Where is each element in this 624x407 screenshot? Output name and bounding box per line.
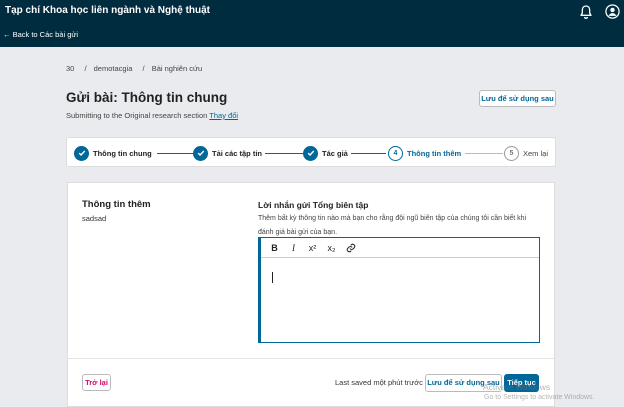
subtitle-text: Submitting to the Original research sect…	[66, 111, 208, 120]
subscript-button[interactable]: x₂	[322, 239, 341, 257]
back-to-submissions-link[interactable]: ← Back to Các bài gửi	[3, 30, 78, 39]
page-title: Gửi bài: Thông tin chung	[66, 90, 228, 105]
bell-icon[interactable]	[578, 4, 594, 20]
italic-button[interactable]: I	[284, 239, 303, 257]
step-label: Thông tin chung	[93, 148, 152, 158]
page-subtitle: Submitting to the Original research sect…	[66, 111, 238, 120]
bold-button[interactable]: B	[265, 239, 284, 257]
journal-title[interactable]: Tạp chí Khoa học liên ngành và Nghệ thuậ…	[5, 5, 210, 16]
submission-steps: Thông tin chung Tải các tập tin Tác giả …	[66, 137, 556, 167]
last-saved-status: Last saved một phút trước	[335, 378, 423, 387]
change-section-link[interactable]: Thay đổi	[209, 111, 238, 120]
save-for-later-button[interactable]: Lưu để sử dụng sau	[479, 90, 556, 107]
editor-message-field[interactable]: B I x² x₂	[258, 237, 540, 343]
editor-message-description: Thêm bất kỳ thông tin nào mà bạn cho rằn…	[258, 215, 527, 236]
step-authors[interactable]: Tác giả	[303, 145, 348, 161]
user-icon[interactable]	[605, 4, 620, 19]
step-upload-files[interactable]: Tải các tập tin	[193, 145, 262, 161]
back-button[interactable]: Trở lại	[82, 374, 111, 391]
step-label: Tải các tập tin	[212, 148, 263, 158]
step-additional-info[interactable]: 4 Thông tin thêm	[388, 145, 461, 161]
footer-divider	[67, 358, 555, 359]
step-connector	[351, 153, 386, 154]
section-value: sadsad	[82, 214, 107, 223]
top-navbar: Tạp chí Khoa học liên ngành và Nghệ thuậ…	[0, 0, 624, 47]
step-label: Tác giả	[322, 148, 348, 158]
step-label: Thông tin thêm	[407, 148, 462, 158]
step-general-info[interactable]: Thông tin chung	[74, 145, 152, 161]
editor-toolbar: B I x² x₂	[261, 238, 539, 258]
breadcrumb-item-section[interactable]: Bài nghiên cứu	[152, 64, 202, 73]
step-review[interactable]: 5 Xem lại	[504, 145, 548, 161]
step-label: Xem lại	[523, 148, 549, 158]
breadcrumb-item-author[interactable]: demotacgia	[94, 64, 133, 73]
editor-message-label: Lời nhắn gửi Tổng biên tập	[258, 200, 369, 210]
step-number: 4	[388, 145, 403, 161]
check-icon	[74, 145, 89, 161]
link-icon[interactable]	[341, 239, 360, 257]
activation-watermark-title: Activate Windows	[483, 382, 551, 392]
breadcrumb-separator: /	[84, 64, 87, 73]
activation-watermark-text: Go to Settings to activate Windows.	[484, 394, 595, 401]
breadcrumb-item-id[interactable]: 30	[66, 64, 74, 73]
step-number: 5	[504, 145, 519, 161]
check-icon	[193, 145, 208, 161]
step-connector	[465, 153, 503, 154]
superscript-button[interactable]: x²	[303, 239, 322, 257]
check-icon	[303, 145, 318, 161]
section-title: Thông tin thêm	[82, 199, 151, 210]
text-cursor	[272, 272, 273, 283]
step-connector	[265, 153, 303, 154]
breadcrumb: 30 / demotacgia / Bài nghiên cứu	[66, 64, 205, 73]
breadcrumb-separator: /	[142, 64, 145, 73]
